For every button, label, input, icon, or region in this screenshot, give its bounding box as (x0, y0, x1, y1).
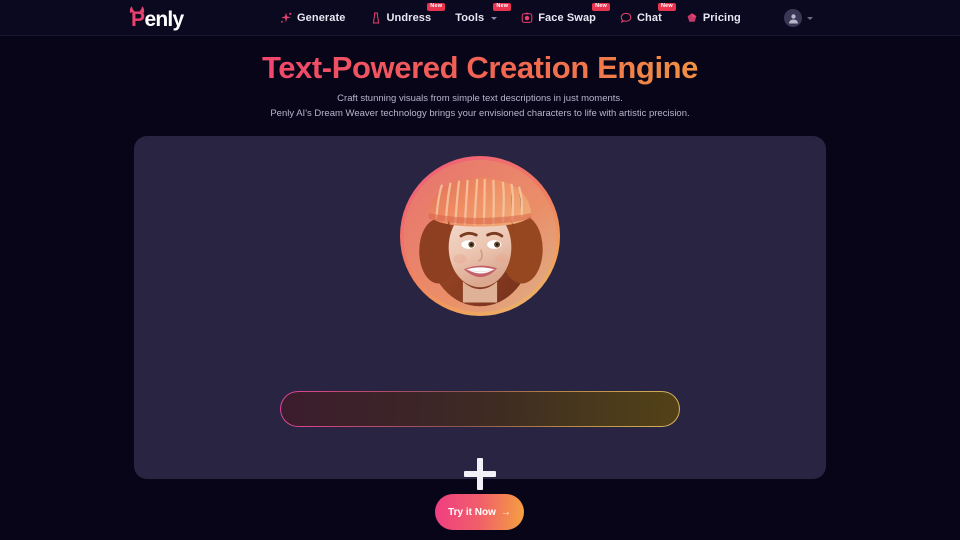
page-subtitle: Craft stunning visuals from simple text … (0, 91, 960, 121)
prompt-input-wrapper (280, 391, 680, 427)
arrow-right-icon: → (500, 506, 511, 518)
page-root: Penly Generate Undress New Tools New Fac… (0, 0, 960, 540)
cta-label: Try it Now (448, 506, 496, 518)
nav-label-tools: Tools (455, 12, 485, 24)
nav-item-face-swap[interactable]: Face Swap New (509, 0, 610, 36)
nav-label-pricing: Pricing (702, 12, 741, 24)
demo-card (134, 136, 826, 490)
account-menu[interactable] (784, 9, 813, 27)
nav-item-undress[interactable]: Undress New (358, 0, 446, 36)
plus-vertical-bar (477, 458, 483, 490)
nav-item-chat[interactable]: Chat New (608, 0, 676, 36)
main-navigation: Generate Undress New Tools New Face Swap… (268, 0, 753, 36)
subtitle-line-2: Penly AI's Dream Weaver technology bring… (270, 108, 690, 119)
brand-logo[interactable]: Penly (129, 5, 185, 31)
dress-icon (370, 12, 382, 24)
devil-horns-icon (129, 6, 145, 13)
nav-label-generate: Generate (297, 12, 346, 24)
gem-icon (686, 12, 698, 24)
logo-text: enly (144, 8, 185, 31)
user-avatar-icon (784, 9, 802, 27)
nav-item-generate[interactable]: Generate (268, 0, 358, 36)
nav-label-chat: Chat (637, 12, 662, 24)
subtitle-line-1: Craft stunning visuals from simple text … (337, 93, 623, 104)
site-header: Penly Generate Undress New Tools New Fac… (0, 0, 960, 36)
chat-bubble-icon (620, 12, 632, 24)
portrait-image (404, 160, 556, 312)
face-swap-icon (521, 12, 533, 24)
page-title: Text-Powered Creation Engine (0, 50, 960, 86)
prompt-input[interactable] (281, 392, 679, 426)
nav-label-undress: Undress (386, 12, 432, 24)
nav-item-tools[interactable]: Tools New (443, 0, 512, 36)
nav-label-face-swap: Face Swap (538, 12, 596, 24)
chevron-down-icon (491, 16, 498, 20)
try-it-now-button[interactable]: Try it Now → (435, 494, 524, 530)
portrait-ring (400, 156, 560, 316)
sparkle-icon (280, 12, 292, 24)
plus-icon (464, 458, 496, 490)
nav-item-pricing[interactable]: Pricing (674, 0, 753, 36)
chevron-down-icon (807, 16, 813, 20)
